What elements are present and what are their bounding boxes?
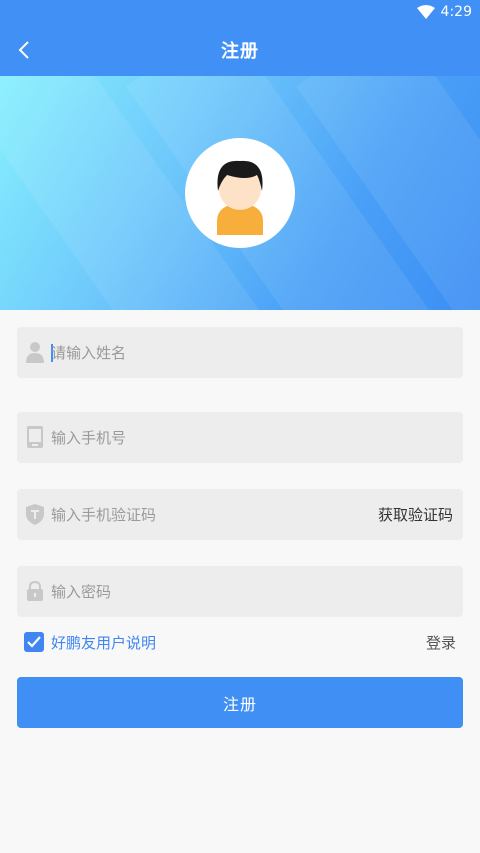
status-bar: 4:29 xyxy=(0,0,480,24)
register-form: 获取验证码 好鹏友用户说明 登录 注册 xyxy=(0,310,480,853)
get-code-button[interactable]: 获取验证码 xyxy=(378,489,453,540)
phone-icon xyxy=(25,425,45,449)
phone-field[interactable] xyxy=(17,412,463,463)
avatar[interactable] xyxy=(185,138,295,248)
agreement-checkbox[interactable] xyxy=(24,632,44,652)
title-bar: 注册 xyxy=(0,24,480,76)
name-field[interactable] xyxy=(17,327,463,378)
shield-icon xyxy=(25,502,45,526)
agreement-row: 好鹏友用户说明 登录 xyxy=(24,629,456,655)
avatar-boy-icon xyxy=(217,160,263,235)
password-field[interactable] xyxy=(17,566,463,617)
wifi-icon xyxy=(416,5,435,19)
login-link[interactable]: 登录 xyxy=(426,632,456,653)
name-input[interactable] xyxy=(51,327,381,378)
register-button[interactable]: 注册 xyxy=(17,677,463,728)
lock-icon xyxy=(25,579,45,603)
checkmark-icon xyxy=(27,636,41,648)
password-input[interactable] xyxy=(51,566,381,617)
user-agreement-link[interactable]: 好鹏友用户说明 xyxy=(51,632,156,653)
user-icon xyxy=(25,340,45,364)
verification-code-field[interactable]: 获取验证码 xyxy=(17,489,463,540)
phone-input[interactable] xyxy=(51,412,381,463)
verification-code-input[interactable] xyxy=(51,489,381,540)
page-title: 注册 xyxy=(221,41,259,62)
status-time: 4:29 xyxy=(440,4,472,20)
